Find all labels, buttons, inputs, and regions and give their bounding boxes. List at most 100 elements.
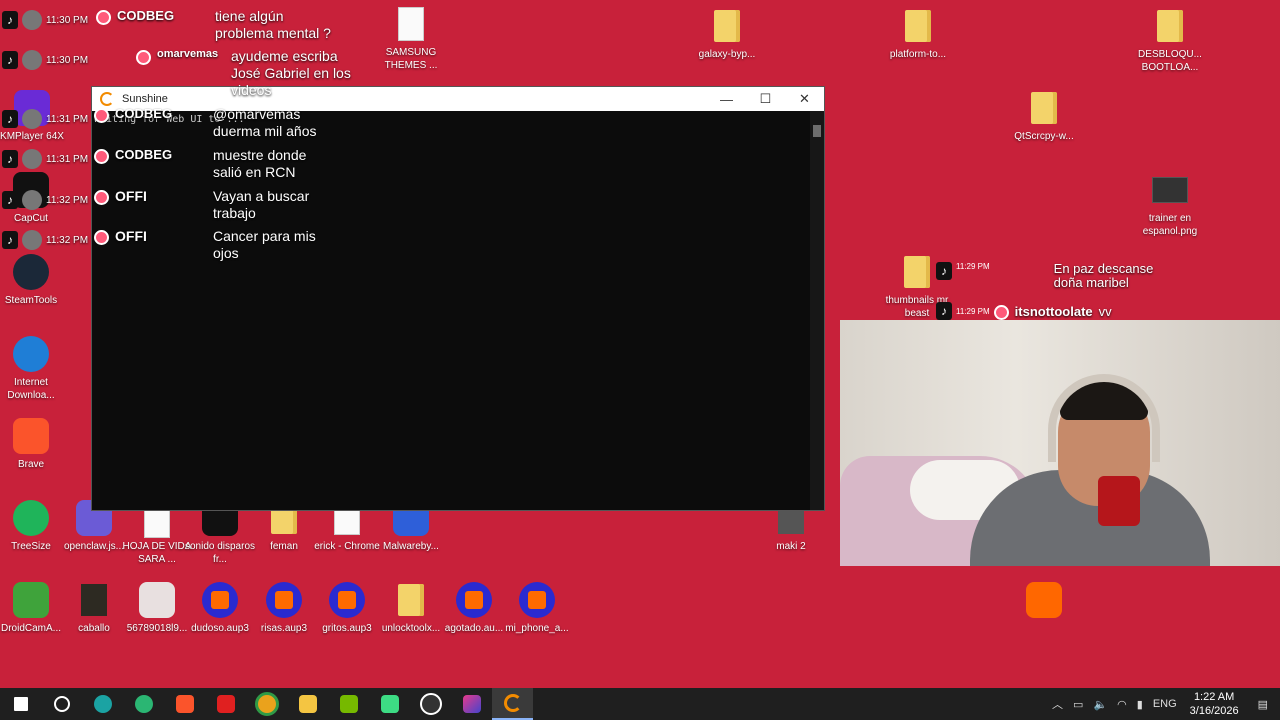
- desktop-icon-label: DESBLOQU... BOOTLOA...: [1138, 49, 1202, 73]
- desktop-icon-label: platform-to...: [889, 49, 947, 60]
- desktop-icon-label: caballo: [78, 623, 110, 634]
- chat-text: tiene algún problema mental ?: [215, 8, 331, 41]
- chat-text: @omarvemas duerma mil años: [213, 106, 317, 139]
- clock-date: 3/16/2026: [1189, 705, 1239, 717]
- xiaomi-icon: [1024, 582, 1064, 618]
- minimize-button[interactable]: —: [707, 87, 746, 111]
- search-icon: [53, 696, 70, 712]
- maximize-button[interactable]: ☐: [746, 87, 785, 111]
- desktop-icon-mi-phone[interactable]: [1008, 582, 1080, 622]
- webcam-feed: [840, 320, 1280, 566]
- row-time: 11:31 PM: [46, 113, 89, 125]
- row-time: 11:30 PM: [46, 54, 89, 66]
- android-icon: [11, 582, 51, 618]
- console-scrollbar[interactable]: [810, 111, 824, 510]
- desktop-icon-desbloqueo[interactable]: DESBLOQU... BOOTLOA...: [1134, 8, 1206, 74]
- desktop-icon-label: mi_phone_a...: [505, 623, 569, 634]
- chevron-up-icon[interactable]: ︿: [1052, 696, 1063, 712]
- desktop-icon-brave[interactable]: Brave: [0, 418, 67, 471]
- clock[interactable]: 1:22 AM 3/16/2026: [1190, 690, 1239, 718]
- taskbar-app-obs[interactable]: [410, 688, 451, 720]
- row-time: 11:29 PM: [956, 306, 990, 316]
- desktop-icon-label: DroidCamA...: [0, 623, 61, 634]
- audacity-icon: [264, 582, 304, 618]
- language-indicator[interactable]: ENG: [1153, 698, 1177, 710]
- avatar: [22, 230, 42, 250]
- chat-message: OFFI Vayan a buscar trabajo: [94, 188, 354, 222]
- chat-message: ♪ 11:29 PM En paz descanse doña maribel: [936, 262, 1280, 290]
- taskbar-app-explorer[interactable]: [287, 688, 328, 720]
- desktop-icon-steamtools[interactable]: SteamTools: [0, 254, 67, 307]
- speaker-icon[interactable]: 🔈: [1093, 698, 1107, 711]
- taskbar-app-green[interactable]: [123, 688, 164, 720]
- search-button[interactable]: [41, 688, 82, 720]
- microphone-icon[interactable]: ▮: [1137, 698, 1143, 711]
- chat-username: CODBEG: [115, 106, 173, 121]
- desktop-icon-idm[interactable]: Internet Downloa...: [0, 336, 67, 402]
- desktop-icon-label: trainer en espanol.png: [1142, 213, 1198, 237]
- taskbar-app-red[interactable]: [205, 688, 246, 720]
- chat-text: muestre donde salió en RCN: [213, 147, 307, 180]
- document-icon: [391, 6, 431, 42]
- chat-text: En paz descanse doña maribel: [1053, 261, 1154, 290]
- wifi-icon[interactable]: ◠: [1117, 698, 1127, 711]
- taskbar-app-colorful[interactable]: [451, 688, 492, 720]
- desktop-icon-label: gritos.aup3: [322, 623, 372, 634]
- audacity-icon: [517, 582, 557, 618]
- app-icon: [462, 695, 481, 713]
- desktop-icon-preguntando[interactable]: agotado.au...: [438, 582, 510, 635]
- chat-username: OFFI: [115, 188, 147, 204]
- headphones: [1048, 374, 1160, 462]
- badge-icon: [993, 304, 1009, 320]
- desktop-icon-label: 56789018l9...: [126, 623, 188, 634]
- desktop-icon-treesize[interactable]: TreeSize: [0, 500, 67, 553]
- start-button[interactable]: [0, 688, 41, 720]
- avatar: [22, 10, 42, 30]
- tiktok-icon: ♪: [2, 110, 18, 128]
- desktop-icon-agotado[interactable]: mi_phone_a...: [501, 582, 573, 635]
- internet-download-icon: [11, 336, 51, 372]
- steam-icon: [11, 254, 51, 290]
- row-time: 11:30 PM: [46, 14, 89, 26]
- desktop-icon-unlocktool[interactable]: unlocktoolx...: [375, 582, 447, 635]
- row-time: 11:32 PM: [46, 234, 89, 246]
- desktop-icon-platform-tools[interactable]: platform-to...: [882, 8, 954, 61]
- chat-text: Vayan a buscar trabajo: [213, 188, 310, 221]
- taskbar-app-chrome[interactable]: [246, 688, 287, 720]
- desktop-icon-gritos[interactable]: gritos.aup3: [311, 582, 383, 635]
- desktop-icon-label: QtScrcpy-w...: [1014, 131, 1074, 142]
- desktop-icon-caballo[interactable]: caballo: [58, 582, 130, 635]
- battery-icon[interactable]: ▭: [1073, 698, 1083, 711]
- badge-icon: [96, 10, 111, 25]
- desktop-icon-label: SAMSUNG THEMES ...: [384, 47, 438, 71]
- desktop-icon-qtscrcpy[interactable]: QtScrcpy-w...: [1008, 90, 1080, 143]
- close-button[interactable]: ✕: [785, 87, 824, 111]
- taskbar-app-android[interactable]: [369, 688, 410, 720]
- desktop-icon-label: erick - Chrome: [314, 541, 380, 552]
- desktop-icon-label: dudoso.aup3: [191, 623, 249, 634]
- taskbar-app-nvidia[interactable]: [328, 688, 369, 720]
- desktop-icon-label: feman: [270, 541, 298, 552]
- desktop-icon-droidcam[interactable]: DroidCamA...: [0, 582, 67, 635]
- scrollbar-thumb[interactable]: [813, 125, 821, 137]
- row-time: 11:29 PM: [956, 262, 990, 271]
- desktop-icon-trainer[interactable]: trainer en espanol.png: [1134, 172, 1206, 238]
- avatar: [22, 149, 42, 169]
- audacity-icon: [327, 582, 367, 618]
- avatar: [22, 190, 42, 210]
- desktop-icon-samsung-themes[interactable]: SAMSUNG THEMES ...: [375, 6, 447, 72]
- audacity-icon: [200, 582, 240, 618]
- taskbar-app-brave[interactable]: [164, 688, 205, 720]
- desktop-icon-galaxy[interactable]: galaxy-byp...: [691, 8, 763, 61]
- desktop-icon-dudoso[interactable]: dudoso.aup3: [184, 582, 256, 635]
- notification-icon[interactable]: ▤: [1258, 698, 1268, 711]
- taskbar-app-sunshine[interactable]: [492, 688, 533, 720]
- desktop-icon-label: unlocktoolx...: [381, 623, 441, 634]
- avatar: [22, 109, 42, 129]
- taskbar-app-edge[interactable]: [82, 688, 123, 720]
- desktop-icon-risas[interactable]: risas.aup3: [248, 582, 320, 635]
- tiktok-row: ♪ 11:30 PM: [2, 10, 88, 30]
- desktop-icon-label: agotado.au...: [444, 623, 504, 634]
- desktop-icon-label: maki 2: [776, 541, 806, 552]
- desktop-icon-56789[interactable]: 56789018l9...: [121, 582, 193, 635]
